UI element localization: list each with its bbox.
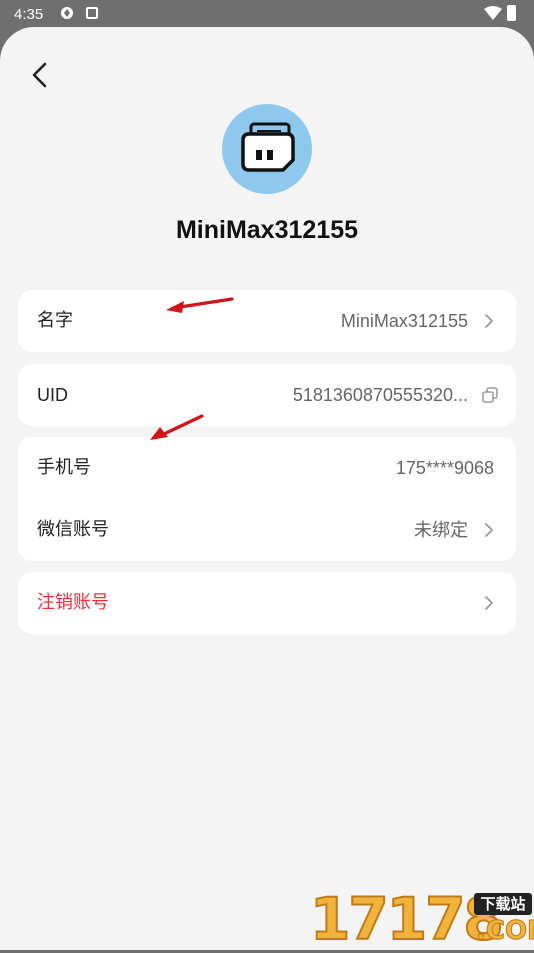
app-notification-icon bbox=[86, 7, 98, 19]
uid-value: 5181360870555320... bbox=[292, 385, 468, 405]
name-value: MiniMax312155 bbox=[340, 311, 468, 331]
uid-row: UID 5181360870555320... bbox=[18, 364, 516, 426]
chevron-right-icon bbox=[485, 523, 493, 537]
phone-value: 175****9068 bbox=[395, 458, 494, 478]
account-sheet: MiniMax312155 名字 MiniMax312155 UID 51813… bbox=[0, 27, 534, 950]
wechat-label: 微信账号 bbox=[37, 519, 109, 540]
deactivate-account-row[interactable]: 注销账号 bbox=[18, 572, 516, 634]
copy-icon[interactable] bbox=[481, 386, 499, 404]
watermark-domain: .COM bbox=[476, 916, 534, 947]
back-icon[interactable] bbox=[22, 57, 58, 93]
wechat-row[interactable]: 微信账号 未绑定 bbox=[18, 499, 516, 561]
status-time: 4:35 bbox=[14, 6, 44, 23]
chevron-right-icon bbox=[485, 314, 493, 328]
binding-card: 手机号 175****9068 微信账号 未绑定 bbox=[18, 437, 516, 561]
app-notification-icon bbox=[61, 7, 73, 19]
annotation-arrow-icon bbox=[150, 414, 204, 440]
name-card: 名字 MiniMax312155 bbox=[18, 290, 516, 352]
watermark-tag: 下载站 bbox=[474, 893, 532, 915]
wechat-value: 未绑定 bbox=[414, 520, 468, 540]
name-label: 名字 bbox=[37, 310, 73, 331]
profile-username: MiniMax312155 bbox=[175, 216, 359, 244]
wifi-icon bbox=[484, 6, 502, 20]
chevron-right-icon bbox=[485, 596, 493, 610]
robot-avatar-icon bbox=[241, 122, 295, 172]
phone-label: 手机号 bbox=[37, 457, 91, 478]
battery-icon bbox=[507, 5, 516, 21]
name-row[interactable]: 名字 MiniMax312155 bbox=[18, 290, 516, 352]
annotation-arrow-icon bbox=[166, 297, 234, 313]
phone-row: 手机号 175****9068 bbox=[18, 437, 516, 499]
site-watermark: 17178 下载站 .COM bbox=[308, 887, 534, 951]
uid-label: UID bbox=[37, 385, 68, 405]
uid-card: UID 5181360870555320... bbox=[18, 364, 516, 426]
status-bar: 4:35 bbox=[0, 0, 534, 30]
deactivate-account-label: 注销账号 bbox=[37, 592, 109, 613]
avatar[interactable] bbox=[222, 104, 312, 194]
deactivate-card: 注销账号 bbox=[18, 572, 516, 634]
